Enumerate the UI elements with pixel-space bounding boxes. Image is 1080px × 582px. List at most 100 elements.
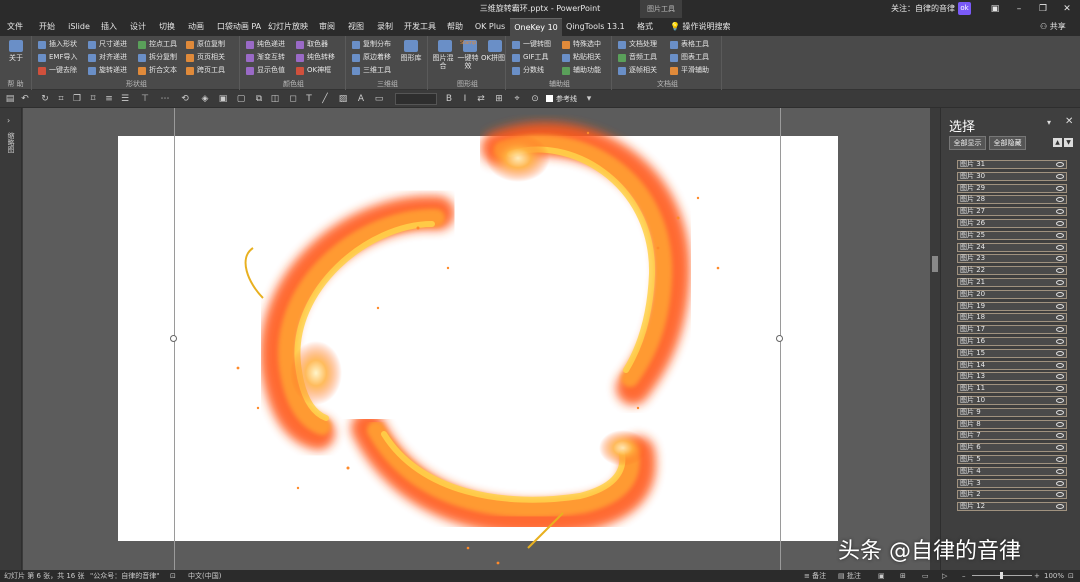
dropdown-icon[interactable]: ▾ (1047, 118, 1051, 127)
reading-view-icon[interactable]: ▭ (922, 571, 929, 581)
selection-list-item[interactable]: 图片 31 (957, 160, 1067, 169)
eye-icon[interactable] (1056, 232, 1064, 238)
audio-tool-button[interactable]: 音频工具 (618, 52, 657, 63)
selection-list-item[interactable]: 图片 18 (957, 313, 1067, 323)
show-all-button[interactable]: 全部显示 (949, 136, 986, 150)
comments-button[interactable]: ▤ 批注 (838, 571, 861, 581)
customize-dropdown-icon[interactable]: ▾ (584, 94, 594, 104)
eye-icon[interactable] (1056, 504, 1064, 510)
selection-pane-icon[interactable]: ⊞ (494, 94, 504, 104)
eye-icon[interactable] (1056, 220, 1064, 226)
picture-icon[interactable]: ▨ (338, 94, 348, 104)
smooth-assist-button[interactable]: 平滑辅助 (670, 65, 709, 76)
notes-button[interactable]: ≡ 备注 (804, 571, 826, 581)
ribbon-display-icon[interactable]: ▣ (984, 0, 1006, 18)
doc-process-button[interactable]: 文档处理 (618, 39, 657, 50)
eye-icon[interactable] (1056, 350, 1064, 356)
tab-insert[interactable]: 插入 (98, 18, 120, 36)
eye-icon[interactable] (1056, 256, 1064, 262)
redo-icon[interactable]: ↻ (40, 94, 50, 104)
cross-page-tool-button[interactable]: 跨页工具 (186, 65, 225, 76)
one-click-remove-button[interactable]: 一键去除 (38, 65, 77, 76)
fraction-line-button[interactable]: 分数线 (512, 65, 544, 76)
close-icon[interactable]: ✕ (1056, 0, 1078, 18)
eye-icon[interactable] (1056, 244, 1064, 250)
selection-list-item[interactable]: 图片 6 (957, 443, 1067, 453)
resize-handle-left[interactable] (170, 335, 177, 342)
selection-list-item[interactable]: 图片 28 (957, 195, 1067, 205)
selection-list-item[interactable]: 图片 29 (957, 183, 1067, 193)
tab-record[interactable]: 录制 (374, 18, 396, 36)
eye-icon[interactable] (1056, 409, 1064, 415)
rotate-step-button[interactable]: 旋转递进 (88, 65, 127, 76)
ok-magic-frame-button[interactable]: OK神框 (296, 65, 331, 76)
language-status[interactable]: 中文(中国) (188, 571, 221, 581)
selection-list-item[interactable]: 图片 7 (957, 431, 1067, 441)
vertical-scrollbar[interactable] (930, 108, 940, 570)
eye-icon[interactable] (1056, 480, 1064, 486)
selection-list-item[interactable]: 图片 27 (957, 207, 1067, 217)
eye-icon[interactable] (1056, 362, 1064, 368)
tab-review[interactable]: 审阅 (316, 18, 338, 36)
selection-list-item[interactable]: 图片 22 (957, 266, 1067, 276)
share-button[interactable]: ⚇ 共享 (1040, 18, 1066, 36)
expand-arrow-icon[interactable]: › (7, 116, 10, 125)
frame-related-button[interactable]: 逐帧相关 (618, 65, 657, 76)
search-ops-input[interactable]: 💡 操作说明搜索 (670, 18, 731, 36)
zoom-slider-knob[interactable] (1000, 572, 1003, 579)
selection-list-item[interactable]: 图片 10 (957, 395, 1067, 405)
image-blend-button[interactable]: 图片混合 (430, 38, 456, 78)
fold-text-button[interactable]: 折合文本 (138, 65, 177, 76)
resize-handle-right[interactable] (776, 335, 783, 342)
slideshow-icon[interactable]: ▷ (942, 571, 947, 581)
one-click-to-image-button[interactable]: 一键转图 (512, 39, 551, 50)
selection-list-item[interactable]: 图片 26 (957, 218, 1067, 228)
tab-transitions[interactable]: 切换 (156, 18, 178, 36)
crop-icon[interactable]: ⌑ (88, 94, 98, 104)
slide-sorter-icon[interactable]: ⊞ (900, 571, 906, 581)
eye-icon[interactable] (1056, 374, 1064, 380)
tab-ok-plus[interactable]: OK Plus (474, 18, 506, 36)
shape-outline-icon[interactable]: ◻ (288, 94, 298, 104)
selection-list-item[interactable]: 图片 30 (957, 171, 1067, 181)
solid-transfer-button[interactable]: 纯色转移 (296, 52, 335, 63)
selection-list-item[interactable]: 图片 5 (957, 454, 1067, 464)
split-copy-button[interactable]: 拆分复制 (138, 52, 177, 63)
eye-icon[interactable] (1056, 315, 1064, 321)
special-select-button[interactable]: 特殊选中 (562, 39, 601, 50)
thumbnail-pane-label[interactable]: 缩略图 (6, 132, 16, 153)
selection-list-item[interactable]: 图片 17 (957, 325, 1067, 335)
close-icon[interactable]: ✕ (1065, 116, 1073, 127)
emf-import-button[interactable]: EMF导入 (38, 52, 78, 63)
insert-shape-button[interactable]: 插入形状 (38, 39, 77, 50)
selection-list-item[interactable]: 图片 25 (957, 230, 1067, 240)
color-picker-button[interactable]: 取色器 (296, 39, 328, 50)
in-place-copy-button[interactable]: 原位复制 (186, 39, 225, 50)
copy-distribute-button[interactable]: 复制分布 (352, 39, 391, 50)
show-color-value-button[interactable]: 显示色值 (246, 65, 285, 76)
eye-icon[interactable] (1056, 492, 1064, 498)
selection-list-item[interactable]: 图片 23 (957, 254, 1067, 264)
selection-list-item[interactable]: 图片 3 (957, 478, 1067, 488)
ok-puzzle-button[interactable]: OK拼图 (480, 38, 506, 78)
fire-ring-image[interactable] (118, 108, 838, 570)
restore-icon[interactable]: ❐ (1032, 0, 1054, 18)
tab-slideshow[interactable]: 幻灯片放映 (268, 18, 308, 36)
ungroup-icon[interactable]: ▢ (236, 94, 246, 104)
gif-tool-button[interactable]: GIF工具 (512, 52, 549, 63)
eye-icon[interactable] (1056, 291, 1064, 297)
snap-icon[interactable]: ⌖ (512, 94, 522, 104)
table-tool-button[interactable]: 表格工具 (670, 39, 709, 50)
tab-developer[interactable]: 开发工具 (404, 18, 436, 36)
fit-slide-icon[interactable]: ⊡ (1068, 571, 1074, 581)
bring-front-icon[interactable]: ⧉ (254, 94, 264, 104)
size-step-button[interactable]: 尺寸递进 (88, 39, 127, 50)
eye-icon[interactable] (1056, 162, 1064, 167)
send-back-icon[interactable]: ◫ (270, 94, 280, 104)
eye-icon[interactable] (1056, 209, 1064, 215)
follow-text[interactable]: 关注：自律的音律 (891, 3, 955, 14)
rotate-icon[interactable]: ⟲ (180, 94, 190, 104)
tab-design[interactable]: 设计 (127, 18, 149, 36)
selection-list-item[interactable]: 图片 12 (957, 502, 1067, 512)
assist-function-button[interactable]: 辅助功能 (562, 65, 601, 76)
